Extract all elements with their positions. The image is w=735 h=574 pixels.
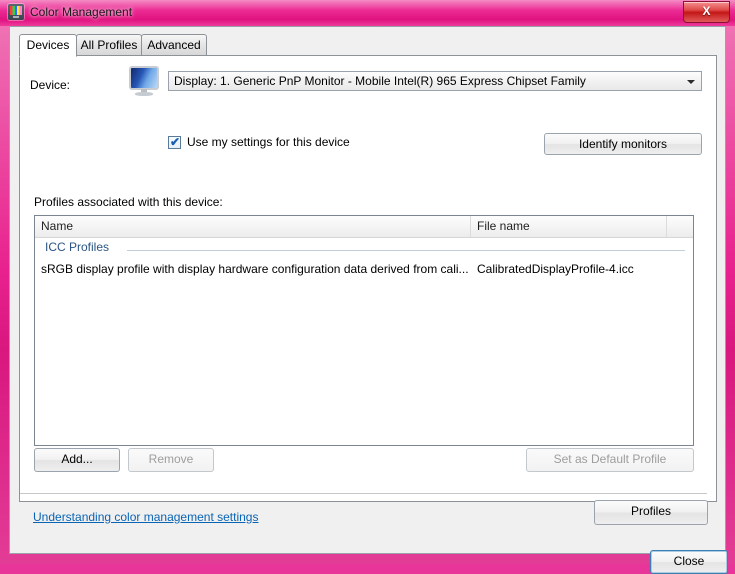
tab-devices[interactable]: Devices <box>19 34 77 57</box>
title-bar[interactable]: Color Management X <box>0 0 735 26</box>
color-display-icon-screen <box>10 6 22 15</box>
profiles-group-header: ICC Profiles <box>35 238 693 259</box>
device-dropdown[interactable]: Display: 1. Generic PnP Monitor - Mobile… <box>168 71 702 91</box>
profiles-list-header: Name File name <box>35 216 693 238</box>
checkmark-icon: ✔ <box>170 135 181 149</box>
profile-name-cell: sRGB display profile with display hardwa… <box>41 262 469 276</box>
profiles-list[interactable]: Name File name ICC Profiles sRGB display… <box>34 215 694 446</box>
use-my-settings-label: Use my settings for this device <box>187 135 350 149</box>
identify-monitors-button[interactable]: Identify monitors <box>544 133 702 155</box>
dialog-client-area: Devices All Profiles Advanced Device: Di… <box>9 26 728 574</box>
tab-strip: Devices All Profiles Advanced <box>10 34 725 57</box>
chevron-down-glyph <box>687 80 695 84</box>
color-management-window: Color Management X Devices All Profiles … <box>0 0 735 574</box>
profiles-group-rule <box>127 250 685 251</box>
profiles-caption: Profiles associated with this device: <box>34 195 223 209</box>
column-header-file-name[interactable]: File name <box>471 216 667 237</box>
profile-file-name-cell: CalibratedDisplayProfile-4.icc <box>477 262 634 276</box>
monitor-icon-foot <box>135 92 153 96</box>
tab-all-profiles[interactable]: All Profiles <box>76 34 142 56</box>
footer-divider <box>20 493 707 494</box>
close-dialog-button[interactable]: Close <box>650 550 728 574</box>
device-dropdown-value: Display: 1. Generic PnP Monitor - Mobile… <box>174 74 586 88</box>
tab-advanced[interactable]: Advanced <box>141 34 207 56</box>
set-as-default-profile-button[interactable]: Set as Default Profile <box>526 448 694 472</box>
profiles-group-label: ICC Profiles <box>45 240 110 254</box>
remove-profile-button[interactable]: Remove <box>128 448 214 472</box>
column-header-name[interactable]: Name <box>35 216 471 237</box>
use-my-settings-checkbox-box[interactable]: ✔ <box>168 135 181 149</box>
monitor-icon-screen <box>129 66 159 90</box>
window-close-button[interactable]: X <box>683 1 730 23</box>
window-title: Color Management <box>30 5 133 19</box>
color-display-icon-base <box>13 16 19 18</box>
close-icon: X <box>702 4 711 18</box>
chevron-down-icon[interactable] <box>682 72 701 90</box>
add-profile-button[interactable]: Add... <box>34 448 120 472</box>
monitor-icon <box>129 66 163 96</box>
column-header-extra[interactable] <box>667 216 693 237</box>
device-label: Device: <box>30 78 71 92</box>
table-row[interactable]: sRGB display profile with display hardwa… <box>35 260 693 280</box>
understanding-color-management-link[interactable]: Understanding color management settings <box>33 510 258 524</box>
color-display-icon <box>8 4 24 20</box>
profiles-button[interactable]: Profiles <box>594 500 708 525</box>
